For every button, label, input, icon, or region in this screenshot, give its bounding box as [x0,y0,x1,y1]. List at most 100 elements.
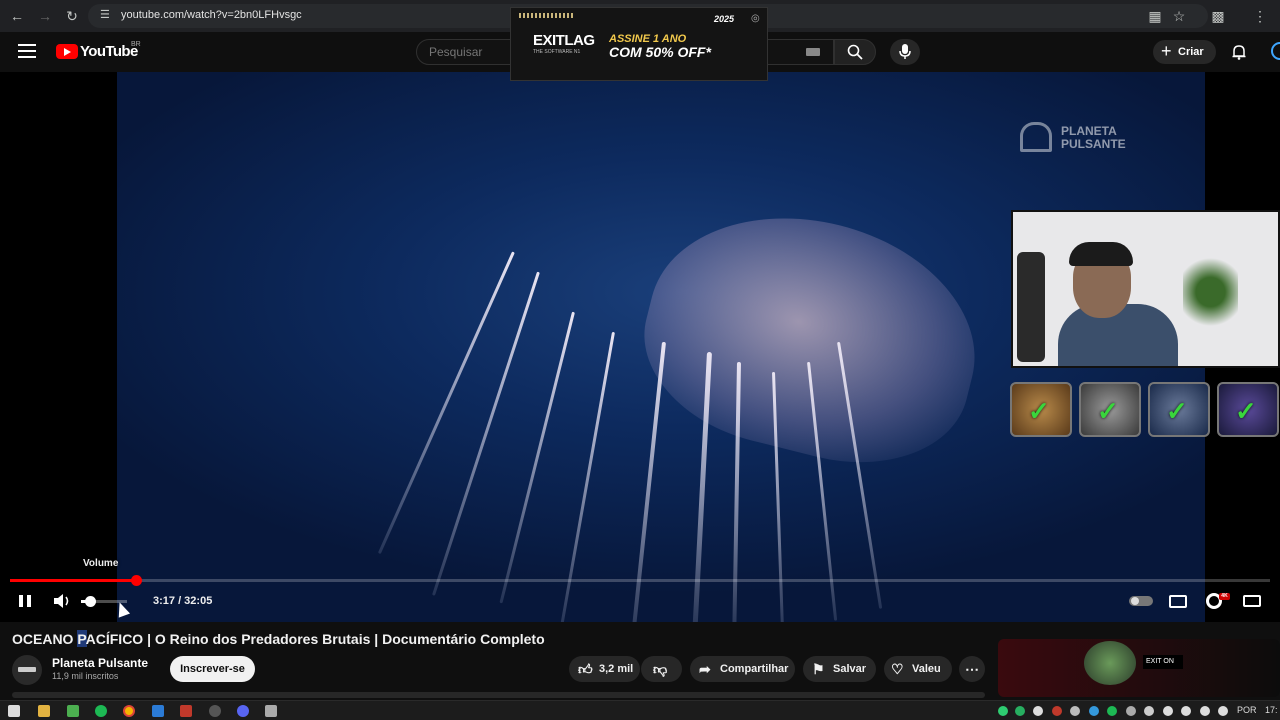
speaker-icon[interactable] [1200,706,1210,716]
search-icon [847,44,863,60]
save-label: Salvar [833,663,867,675]
ad-tagline: THE SOFTWARE N1 [533,49,581,55]
plus-icon: + [1161,41,1172,61]
youtube-logo-icon[interactable] [56,44,78,59]
hd-badge: 4K [1219,593,1230,600]
tray-icon[interactable] [1015,706,1025,716]
share-button[interactable]: ➦ Compartilhar [690,656,795,682]
chrome-icon[interactable] [123,705,135,717]
progress-bar[interactable] [10,579,1270,582]
webcam-overlay [1011,210,1280,368]
pause-button[interactable] [16,592,34,610]
tray-icon[interactable] [1126,706,1136,716]
share-label: Compartilhar [720,663,789,675]
channel-name[interactable]: Planeta Pulsante [52,656,148,670]
windows-taskbar: POR 17: [0,700,1280,720]
obs-icon[interactable] [209,705,221,717]
bookmark-star-icon[interactable]: ☆ [1170,7,1188,25]
pause-icon [27,595,31,607]
back-icon[interactable]: ← [8,7,26,25]
more-actions-button[interactable]: ⋯ [959,656,985,682]
watermark-line1: PLANETA [1061,124,1117,138]
start-menu-icon[interactable] [8,705,20,717]
extensions-icon[interactable]: ▩ [1209,7,1227,25]
tray-icon[interactable] [1033,706,1043,716]
discord-icon[interactable] [237,705,249,717]
volume-knob[interactable] [85,596,96,607]
save-button[interactable]: ⚑ Salvar [803,656,876,682]
webcam-plant [1183,252,1238,332]
video-title: OCEANO PACÍFICO | O Reino dos Predadores… [12,631,545,647]
browser-menu-icon[interactable]: ⋮ [1251,7,1269,25]
tray-icon[interactable] [1089,706,1099,716]
tray-icon[interactable] [998,706,1008,716]
bell-icon[interactable] [1231,44,1247,60]
reload-icon[interactable]: ↻ [63,7,81,25]
language-indicator[interactable]: POR [1237,705,1257,715]
country-code: BR [131,41,141,48]
search-input[interactable] [429,45,509,59]
network-icon[interactable] [1181,706,1191,716]
like-count: 3,2 mil [599,663,634,675]
achievement-thumbnail: ✓ [1079,382,1141,437]
url-text[interactable]: youtube.com/watch?v=2bn0LFHvsgc [121,9,302,21]
mic-tray-icon[interactable] [1163,706,1173,716]
tray-icon[interactable] [1052,706,1062,716]
news-app-icon[interactable] [180,705,192,717]
achievement-thumbnail: ✓ [1010,382,1072,437]
install-app-icon[interactable]: ▦ [1146,7,1164,25]
tray-icon[interactable] [1107,706,1117,716]
app-icon[interactable] [67,705,79,717]
voice-search-button[interactable] [890,39,920,65]
jellyfish-bell [624,185,1000,489]
progress-played [10,579,136,582]
tray-icon[interactable] [1144,706,1154,716]
keyboard-icon[interactable] [806,48,820,56]
create-button[interactable]: + Criar [1153,40,1216,64]
watermark-line2: PULSANTE [1061,137,1126,151]
like-icon: 👍︎ [578,661,593,677]
ad-stripe-decoration [519,13,574,18]
spotify-icon[interactable] [95,705,107,717]
progress-scrubber[interactable] [131,575,142,586]
save-icon: ⚑ [812,661,825,677]
tray-icon[interactable] [1070,706,1080,716]
edge-icon[interactable] [152,705,164,717]
webcam-chair [1017,252,1045,362]
exitlag-ad-banner[interactable]: 2025 ◎ EXITLAG THE SOFTWARE N1 ASSINE 1 … [510,7,768,81]
jellyfish-tentacle [432,271,540,596]
like-button[interactable]: 👍︎ 3,2 mil [569,656,640,682]
share-icon: ➦ [699,661,711,677]
autoplay-toggle[interactable] [1129,596,1153,606]
channel-avatar[interactable] [12,655,42,685]
more-icon: ⋯ [965,661,979,677]
recommended-video-card[interactable]: EXIT ON [998,639,1280,697]
dislike-button[interactable]: 👎︎ [641,656,682,682]
subscribe-button[interactable]: Inscrever-se [170,656,255,682]
clock[interactable]: 17: [1265,705,1280,715]
menu-icon[interactable] [18,44,36,58]
recommended-thumbnail [1084,641,1136,685]
file-explorer-icon[interactable] [38,705,50,717]
mic-icon [899,44,911,59]
youtube-logo-text[interactable]: YouTube [80,43,138,60]
battery-icon[interactable] [1218,706,1228,716]
thanks-button[interactable]: ♡ Valeu [884,656,952,682]
app-icon[interactable] [265,705,277,717]
site-info-icon[interactable]: ☰ [100,8,114,22]
create-label: Criar [1178,46,1204,58]
dislike-icon: 👎︎ [653,661,668,677]
ad-year-badge: 2025 [714,14,735,24]
time-display: 3:17 / 32:05 [153,595,213,607]
search-button[interactable] [834,39,876,65]
forward-icon[interactable]: → [36,7,54,25]
theater-icon[interactable] [1243,595,1261,607]
check-icon: ✓ [1097,396,1119,426]
recommended-badge: EXIT ON [1143,655,1183,669]
achievement-thumbnail: ✓ [1148,382,1210,437]
ad-info-icon[interactable]: ◎ [751,13,760,24]
description-box-edge[interactable] [12,692,985,698]
captions-icon[interactable] [1169,595,1187,608]
volume-icon[interactable] [53,592,73,610]
watermark-logo-icon [1020,122,1052,152]
